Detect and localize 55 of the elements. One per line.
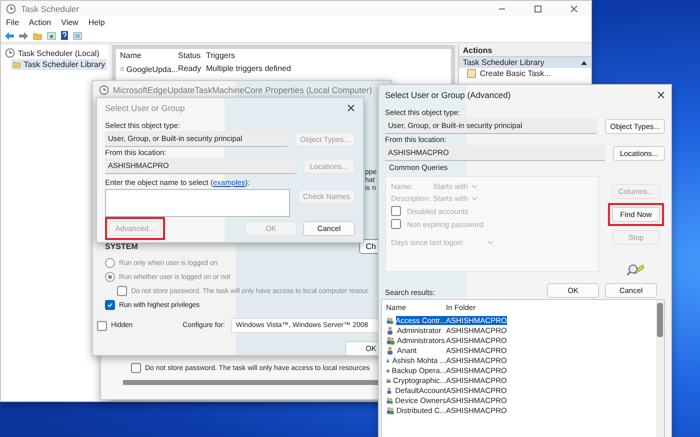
folder-icon: [13, 60, 21, 69]
close-icon[interactable]: [570, 4, 578, 12]
folder-icon[interactable]: [33, 32, 42, 40]
close-icon[interactable]: [657, 91, 665, 99]
checkbox[interactable]: [97, 320, 107, 330]
group-icon: [386, 336, 395, 344]
chevron-down-icon: [472, 185, 478, 188]
clock-icon: [6, 4, 16, 14]
scrollbar[interactable]: [123, 380, 381, 385]
help-icon[interactable]: [61, 31, 68, 40]
table-cell: GoogleUpda...: [120, 64, 178, 74]
actions-section[interactable]: Task Scheduler Library: [458, 57, 591, 68]
magnifier-icon: [627, 263, 645, 277]
menu-item[interactable]: File: [6, 18, 19, 27]
panel-icon[interactable]: [73, 32, 82, 40]
clock-icon: [5, 48, 15, 58]
column-header[interactable]: Status: [178, 51, 206, 60]
maximize-icon[interactable]: [534, 4, 542, 12]
back-arrow-icon[interactable]: [5, 32, 14, 40]
create-task-link[interactable]: Create Basic Task...: [458, 68, 591, 79]
group-icon: [386, 316, 394, 324]
group-icon: [386, 406, 394, 414]
checkbox[interactable]: [391, 219, 401, 229]
table-cell-text: Ready: [178, 64, 202, 74]
column-header[interactable]: Triggers: [206, 51, 447, 60]
scrollbar[interactable]: [656, 300, 664, 437]
user-icon: [386, 326, 395, 334]
panel-icon[interactable]: [47, 32, 56, 40]
task-icon: [466, 69, 476, 78]
actions-header: Actions: [458, 45, 591, 57]
forward-arrow-icon[interactable]: [19, 32, 28, 40]
tree-item[interactable]: Task Scheduler (Local): [3, 47, 107, 59]
dialog-title: MicrosoftEdgeUpdateTaskMachineCore Properties (Local Computer): [113, 85, 372, 95]
object-name-input[interactable]: [105, 189, 290, 217]
table-cell-text: Multiple triggers defined: [206, 64, 292, 74]
tree-item[interactable]: Task Scheduler Library: [11, 59, 107, 70]
clock-icon: [99, 85, 109, 95]
menu-item[interactable]: Help: [88, 18, 105, 27]
checkbox[interactable]: [131, 363, 141, 373]
dialog-title: Select User or Group (Advanced): [385, 90, 511, 100]
checkbox[interactable]: [105, 300, 115, 310]
dialog-title: Select User or Group: [105, 103, 185, 113]
menu-item[interactable]: View: [61, 18, 78, 27]
checkmark-icon: [107, 302, 113, 308]
window-title: Task Scheduler: [21, 4, 80, 14]
close-icon[interactable]: [347, 104, 355, 112]
chevron-down-icon: [472, 197, 478, 200]
caret-icon: [581, 60, 587, 64]
column-header[interactable]: Name: [120, 51, 178, 60]
clock-icon: [120, 64, 124, 74]
menu-item[interactable]: Action: [28, 18, 52, 27]
user-icon: [386, 386, 394, 394]
account-name: SYSTEM: [105, 242, 138, 251]
checkbox[interactable]: [391, 206, 401, 216]
chevron-down-icon: [488, 241, 493, 244]
